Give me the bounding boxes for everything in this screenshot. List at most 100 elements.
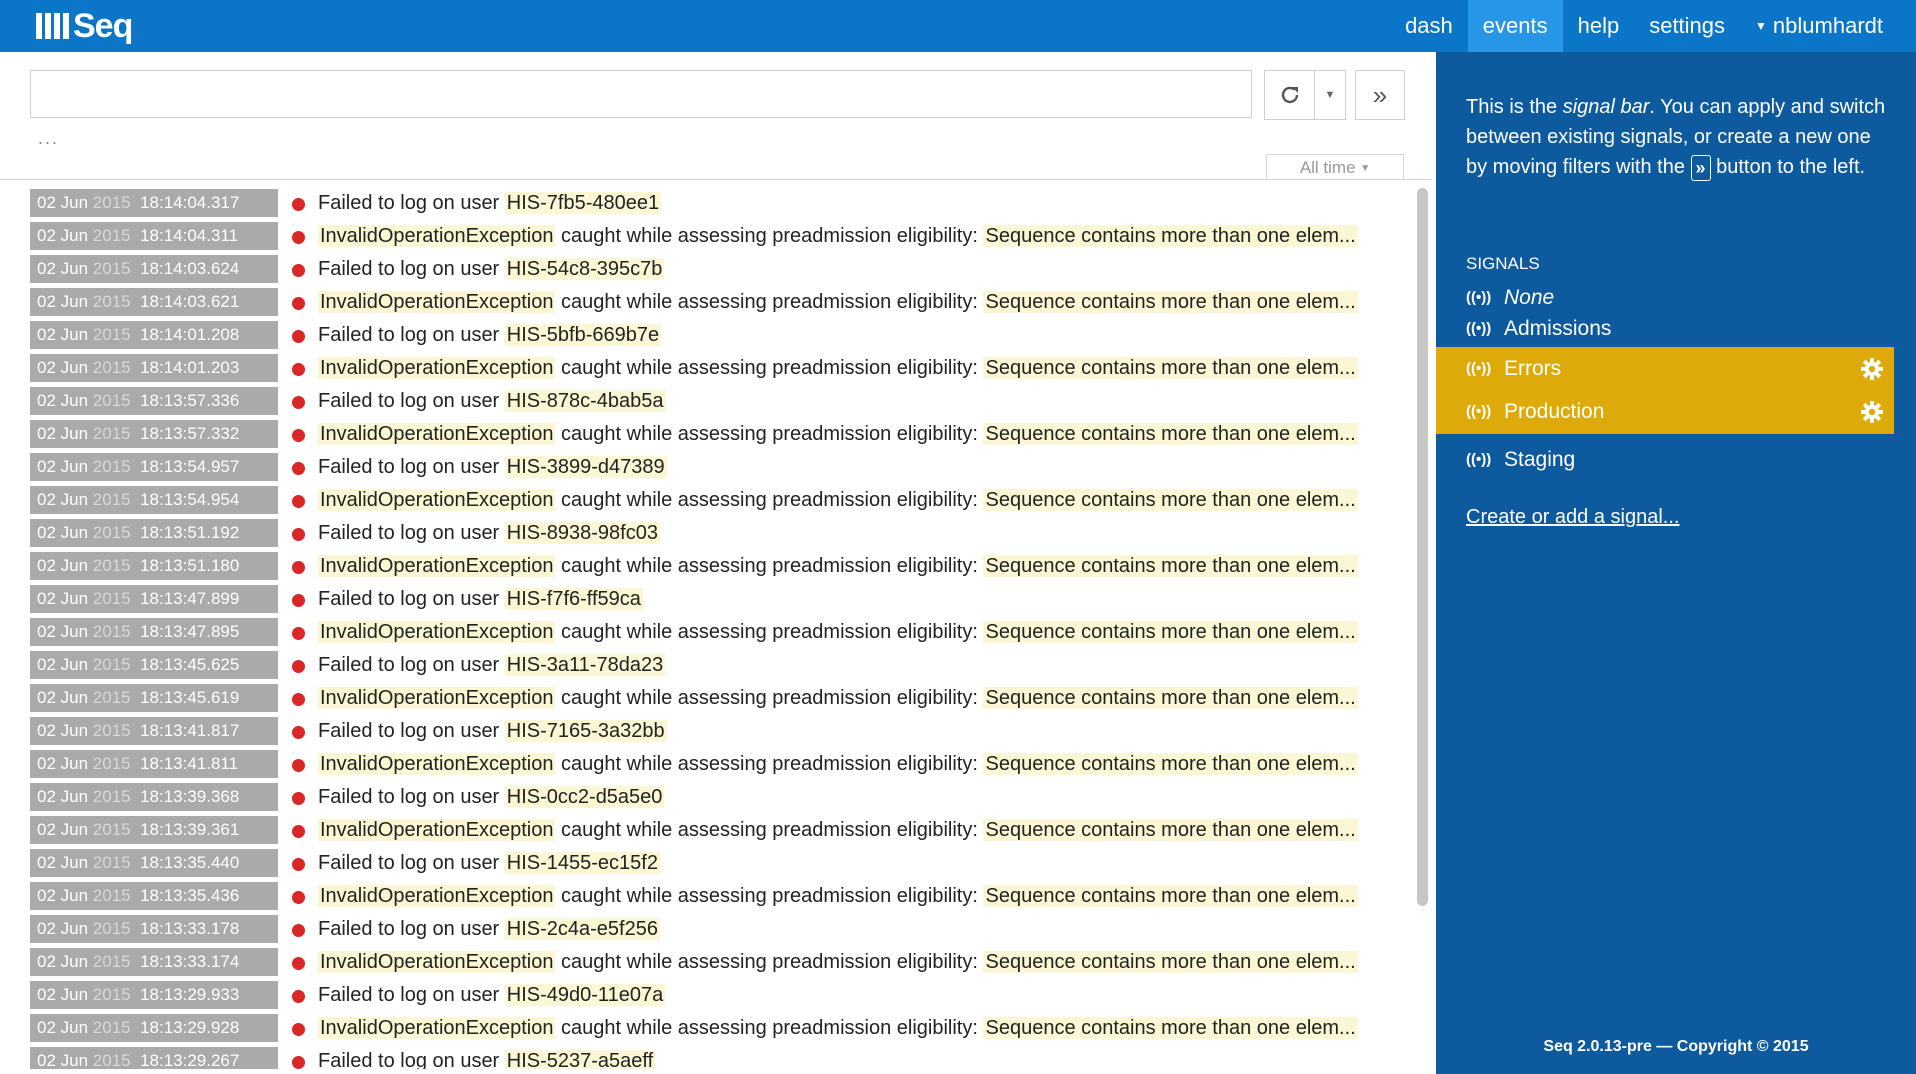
property-exception-message[interactable]: Sequence contains more than one elem... [983,687,1358,709]
event-timestamp[interactable]: 02 Jun 2015 18:13:45.625 [30,651,278,679]
event-row[interactable]: 02 Jun 2015 18:13:35.440 Failed to log on… [30,849,1410,879]
nav-settings[interactable]: settings [1634,0,1740,52]
property-exception-message[interactable]: Sequence contains more than one elem... [983,885,1358,907]
event-message[interactable]: InvalidOperationException caught while a… [318,618,1410,646]
event-message[interactable]: InvalidOperationException caught while a… [318,1014,1410,1042]
property-exception-type[interactable]: InvalidOperationException [318,819,556,841]
property-exception-type[interactable]: InvalidOperationException [318,225,556,247]
event-row[interactable]: 02 Jun 2015 18:14:01.208 Failed to log on… [30,321,1410,351]
property-user-id[interactable]: HIS-7fb5-480ee1 [504,192,662,214]
event-row[interactable]: 02 Jun 2015 18:13:29.267 Failed to log on… [30,1047,1410,1069]
property-exception-type[interactable]: InvalidOperationException [318,291,556,313]
event-timestamp[interactable]: 02 Jun 2015 18:13:35.436 [30,882,278,910]
event-row[interactable]: 02 Jun 2015 18:13:54.954 InvalidOperation… [30,486,1410,516]
property-exception-type[interactable]: InvalidOperationException [318,621,556,643]
event-message[interactable]: Failed to log on user HIS-5237-a5aeff [318,1047,1410,1069]
signal-errors[interactable]: ((•)) Errors [1436,347,1894,391]
event-message[interactable]: Failed to log on user HIS-54c8-395c7b [318,255,1410,283]
signal-staging[interactable]: ((•)) Staging [1436,438,1894,482]
property-exception-message[interactable]: Sequence contains more than one elem... [983,1017,1358,1039]
event-row[interactable]: 02 Jun 2015 18:13:57.332 InvalidOperation… [30,420,1410,450]
event-timestamp[interactable]: 02 Jun 2015 18:13:47.899 [30,585,278,613]
event-message[interactable]: Failed to log on user HIS-49d0-11e07a [318,981,1410,1009]
event-message[interactable]: Failed to log on user HIS-2c4a-e5f256 [318,915,1410,943]
event-timestamp[interactable]: 02 Jun 2015 18:13:57.332 [30,420,278,448]
property-exception-type[interactable]: InvalidOperationException [318,885,556,907]
property-exception-type[interactable]: InvalidOperationException [318,753,556,775]
event-timestamp[interactable]: 02 Jun 2015 18:14:03.624 [30,255,278,283]
property-exception-message[interactable]: Sequence contains more than one elem... [983,819,1358,841]
event-message[interactable]: Failed to log on user HIS-3a11-78da23 [318,651,1410,679]
property-exception-message[interactable]: Sequence contains more than one elem... [983,621,1358,643]
event-timestamp[interactable]: 02 Jun 2015 18:13:47.895 [30,618,278,646]
refresh-button[interactable] [1265,71,1315,119]
refresh-options-button[interactable]: ▼ [1315,71,1345,119]
event-message[interactable]: Failed to log on user HIS-3899-d47389 [318,453,1410,481]
event-timestamp[interactable]: 02 Jun 2015 18:13:41.811 [30,750,278,778]
signal-admissions[interactable]: ((•)) Admissions [1436,307,1894,351]
gear-icon[interactable] [1860,357,1884,381]
event-row[interactable]: 02 Jun 2015 18:13:45.619 InvalidOperation… [30,684,1410,714]
nav-dash[interactable]: dash [1390,0,1468,52]
event-timestamp[interactable]: 02 Jun 2015 18:14:01.203 [30,354,278,382]
gear-icon[interactable] [1860,400,1884,424]
event-message[interactable]: Failed to log on user HIS-0cc2-d5a5e0 [318,783,1410,811]
event-row[interactable]: 02 Jun 2015 18:13:35.436 InvalidOperation… [30,882,1410,912]
event-timestamp[interactable]: 02 Jun 2015 18:13:54.957 [30,453,278,481]
event-message[interactable]: InvalidOperationException caught while a… [318,552,1410,580]
event-timestamp[interactable]: 02 Jun 2015 18:14:04.317 [30,189,278,217]
event-row[interactable]: 02 Jun 2015 18:14:03.624 Failed to log on… [30,255,1410,285]
event-message[interactable]: InvalidOperationException caught while a… [318,222,1410,250]
event-timestamp[interactable]: 02 Jun 2015 18:13:33.174 [30,948,278,976]
event-row[interactable]: 02 Jun 2015 18:13:47.899 Failed to log on… [30,585,1410,615]
event-timestamp[interactable]: 02 Jun 2015 18:13:39.368 [30,783,278,811]
event-message[interactable]: InvalidOperationException caught while a… [318,486,1410,514]
event-row[interactable]: 02 Jun 2015 18:13:41.811 InvalidOperation… [30,750,1410,780]
property-user-id[interactable]: HIS-0cc2-d5a5e0 [504,786,665,808]
user-menu[interactable]: ▼ nblumhardt [1740,0,1916,52]
event-message[interactable]: InvalidOperationException caught while a… [318,816,1410,844]
event-row[interactable]: 02 Jun 2015 18:13:29.928 InvalidOperation… [30,1014,1410,1044]
event-row[interactable]: 02 Jun 2015 18:13:33.178 Failed to log on… [30,915,1410,945]
create-signal-link[interactable]: Create or add a signal... [1466,506,1679,529]
event-message[interactable]: Failed to log on user HIS-f7f6-ff59ca [318,585,1410,613]
property-exception-message[interactable]: Sequence contains more than one elem... [983,951,1358,973]
event-timestamp[interactable]: 02 Jun 2015 18:13:35.440 [30,849,278,877]
event-row[interactable]: 02 Jun 2015 18:13:33.174 InvalidOperation… [30,948,1410,978]
property-exception-message[interactable]: Sequence contains more than one elem... [983,555,1358,577]
property-exception-type[interactable]: InvalidOperationException [318,357,556,379]
event-message[interactable]: Failed to log on user HIS-7165-3a32bb [318,717,1410,745]
event-timestamp[interactable]: 02 Jun 2015 18:13:29.933 [30,981,278,1009]
property-exception-type[interactable]: InvalidOperationException [318,1017,556,1039]
event-timestamp[interactable]: 02 Jun 2015 18:13:33.178 [30,915,278,943]
event-timestamp[interactable]: 02 Jun 2015 18:13:41.817 [30,717,278,745]
event-message[interactable]: Failed to log on user HIS-1455-ec15f2 [318,849,1410,877]
property-user-id[interactable]: HIS-1455-ec15f2 [504,852,660,874]
property-exception-message[interactable]: Sequence contains more than one elem... [983,291,1358,313]
event-row[interactable]: 02 Jun 2015 18:13:45.625 Failed to log on… [30,651,1410,681]
property-user-id[interactable]: HIS-54c8-395c7b [504,258,665,280]
property-exception-message[interactable]: Sequence contains more than one elem... [983,753,1358,775]
time-range-selector[interactable]: All time ▼ [1266,154,1404,180]
event-message[interactable]: InvalidOperationException caught while a… [318,354,1410,382]
move-to-signal-button[interactable]: » [1355,70,1405,120]
event-timestamp[interactable]: 02 Jun 2015 18:13:51.180 [30,552,278,580]
property-user-id[interactable]: HIS-3a11-78da23 [504,654,666,676]
event-row[interactable]: 02 Jun 2015 18:14:03.621 InvalidOperation… [30,288,1410,318]
event-message[interactable]: Failed to log on user HIS-878c-4bab5a [318,387,1410,415]
property-exception-message[interactable]: Sequence contains more than one elem... [983,357,1358,379]
property-user-id[interactable]: HIS-878c-4bab5a [504,390,666,412]
event-row[interactable]: 02 Jun 2015 18:13:29.933 Failed to log on… [30,981,1410,1011]
nav-help[interactable]: help [1563,0,1635,52]
event-timestamp[interactable]: 02 Jun 2015 18:14:03.621 [30,288,278,316]
property-user-id[interactable]: HIS-49d0-11e07a [504,984,666,1006]
event-message[interactable]: Failed to log on user HIS-7fb5-480ee1 [318,189,1410,217]
property-exception-type[interactable]: InvalidOperationException [318,489,556,511]
event-row[interactable]: 02 Jun 2015 18:13:57.336 Failed to log on… [30,387,1410,417]
event-row[interactable]: 02 Jun 2015 18:13:39.361 InvalidOperation… [30,816,1410,846]
event-message[interactable]: InvalidOperationException caught while a… [318,420,1410,448]
property-exception-message[interactable]: Sequence contains more than one elem... [983,225,1358,247]
property-user-id[interactable]: HIS-2c4a-e5f256 [504,918,660,940]
property-exception-type[interactable]: InvalidOperationException [318,555,556,577]
event-row[interactable]: 02 Jun 2015 18:13:39.368 Failed to log on… [30,783,1410,813]
